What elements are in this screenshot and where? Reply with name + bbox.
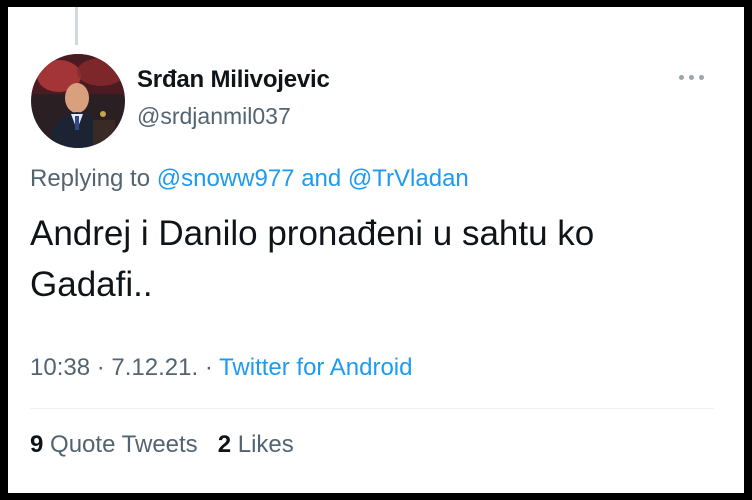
quote-tweets-label: Quote Tweets <box>50 431 198 458</box>
reply-mention-link[interactable]: @snoww977 <box>157 165 295 192</box>
meta-separator: · <box>204 354 213 381</box>
author-handle[interactable]: @srdjanmil037 <box>137 103 291 130</box>
tweet-date[interactable]: 7.12.21. <box>111 354 198 381</box>
replying-prefix: Replying to <box>30 165 151 192</box>
likes-stat[interactable]: 2 Likes <box>218 431 294 458</box>
quote-tweets-stat[interactable]: 9 Quote Tweets <box>30 431 204 458</box>
likes-label: Likes <box>237 431 294 458</box>
author-display-name[interactable]: Srđan Milivojevic <box>137 66 330 94</box>
tweet-source-link[interactable]: Twitter for Android <box>219 354 412 381</box>
quote-tweets-count: 9 <box>30 431 44 458</box>
meta-separator: · <box>96 354 105 381</box>
likes-count: 2 <box>217 431 232 458</box>
thread-connector-line <box>75 7 78 45</box>
engagement-stats: 9 Quote Tweets 2 Likes <box>30 431 294 459</box>
tweet-text-line: Gadafi.. <box>30 265 153 304</box>
tweet-text-line: Andrej i Danilo pronađeni u sahtu ko <box>30 214 595 253</box>
tweet-text: Andrej i Danilo pronađeni u sahtu ko Gad… <box>30 208 720 310</box>
tweet-time[interactable]: 10:38 <box>30 354 90 381</box>
more-dots-icon[interactable] <box>675 65 709 89</box>
tweet-card: Srđan Milivojevic @srdjanmil037 Replying… <box>8 7 744 493</box>
replying-to-line: Replying to @snoww977 and @TrVladan <box>30 165 469 193</box>
avatar[interactable] <box>31 54 125 148</box>
profile-photo <box>31 54 125 148</box>
divider <box>30 408 714 409</box>
replying-joiner: and <box>301 165 342 192</box>
tweet-metadata: 10:38 · 7.12.21. · Twitter for Android <box>30 354 412 382</box>
reply-mention-link[interactable]: @TrVladan <box>348 165 469 192</box>
